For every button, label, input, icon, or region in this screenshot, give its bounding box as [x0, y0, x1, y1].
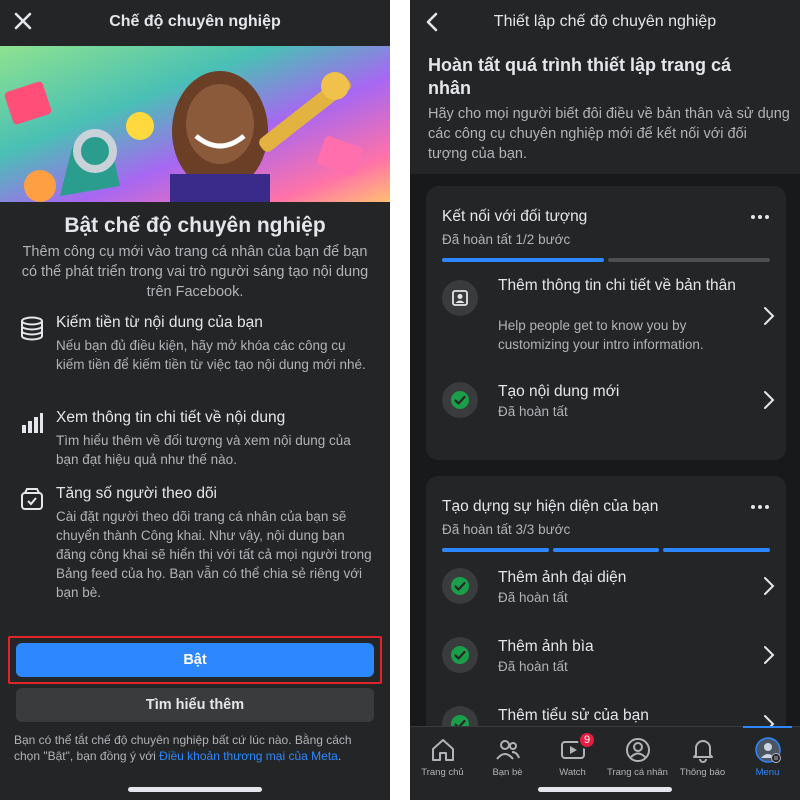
tab-label: Menu [755, 767, 780, 778]
tab-friends[interactable]: Bạn bè [475, 727, 540, 787]
task-subtitle: Help people get to know you by customizi… [498, 318, 704, 352]
check-circle-icon [442, 382, 478, 418]
footer-end: . [337, 749, 342, 763]
progress-bar [442, 548, 771, 552]
page-heading: Hoàn tất quá trình thiết lập trang cá nh… [428, 55, 732, 98]
feature-title: Kiếm tiền từ nội dung của bạn [56, 314, 263, 331]
tab-label: Thông báo [679, 767, 726, 778]
card-title: Tạo dựng sự hiện diện của bạn [442, 498, 659, 515]
home-icon [432, 739, 454, 761]
task-subtitle: Đã hoàn tất [498, 590, 568, 605]
hero-image [0, 46, 390, 202]
progress-segment [663, 548, 771, 552]
progress-segment [608, 258, 770, 262]
progress-segment [552, 548, 660, 552]
tab-label: Trang chủ [421, 767, 464, 778]
feature-desc: Nếu bạn đủ điều kiện, hãy mở khóa các cô… [56, 338, 366, 372]
intro-text: Thêm công cụ mới vào trang cá nhân của b… [21, 244, 369, 300]
check-circle-icon [442, 637, 478, 673]
turn-on-button[interactable]: Bật [16, 643, 374, 677]
tab-label: Watch [559, 767, 586, 778]
tab-notifications[interactable]: Thông báo [670, 727, 735, 787]
page-heading: Bật chế độ chuyên nghiệp [64, 214, 326, 237]
more-options-icon[interactable] [748, 212, 772, 222]
coins-stack-icon [20, 316, 46, 342]
card-connect-audience: Kết nối với đối tượng Đã hoàn tất 1/2 bư… [426, 186, 786, 460]
profile-icon [626, 738, 650, 762]
chevron-right-icon [764, 646, 775, 664]
bar-chart-icon [20, 411, 46, 437]
profile-card-icon [442, 280, 478, 316]
tab-label: Trang cá nhân [607, 767, 668, 778]
intro-text: Hãy cho mọi người biết đôi điều về bản t… [428, 106, 790, 162]
progress-segment [442, 258, 604, 262]
tab-home[interactable]: Trang chủ [410, 727, 475, 787]
chevron-right-icon [764, 391, 775, 409]
task-create-content[interactable]: Tạo nội dung mới Đã hoàn tất [426, 382, 786, 442]
card-progress-text: Đã hoàn tất 1/2 bước [442, 232, 571, 247]
footer-note: Bạn có thể tắt chế độ chuyên nghiệp bất … [14, 732, 378, 764]
card-title: Kết nối với đối tượng [442, 208, 588, 225]
feature-desc: Tìm hiểu thêm về đối tượng và xem nội du… [56, 433, 351, 467]
header-title: Thiết lập chế độ chuyên nghiệp [493, 13, 717, 30]
header: Thiết lập chế độ chuyên nghiệp [410, 0, 800, 44]
back-icon[interactable] [420, 10, 444, 34]
feature-title: Tăng số người theo dõi [56, 485, 218, 502]
task-title: Tạo nội dung mới [498, 383, 620, 400]
task-title: Thêm thông tin chi tiết về bản thân [498, 277, 736, 294]
task-add-cover-photo[interactable]: Thêm ảnh bìa Đã hoàn tất [426, 637, 786, 697]
more-options-icon[interactable] [748, 502, 772, 512]
close-icon[interactable] [10, 8, 36, 34]
tab-watch[interactable]: 9 Watch [540, 727, 605, 787]
meta-terms-link[interactable]: Điều khoản thương mại của Meta [159, 749, 338, 763]
professional-mode-screen: Chế độ chuyên nghiệp Bật chế độ chuyên n… [0, 0, 390, 800]
header: Chế độ chuyên nghiệp [0, 0, 390, 44]
feature-desc: Cài đặt người theo dõi trang cá nhân của… [56, 509, 372, 600]
task-title: Thêm ảnh đại diện [498, 569, 627, 586]
bell-icon [693, 740, 713, 763]
professional-setup-screen: Thiết lập chế độ chuyên nghiệp Hoàn tất … [410, 0, 800, 800]
home-indicator[interactable] [538, 787, 672, 792]
tab-label: Bạn bè [492, 767, 523, 778]
learn-more-button[interactable]: Tìm hiểu thêm [16, 688, 374, 722]
task-subtitle: Đã hoàn tất [498, 659, 568, 674]
task-title: Thêm ảnh bìa [498, 638, 594, 655]
check-circle-icon [442, 568, 478, 604]
feature-title: Xem thông tin chi tiết về nội dung [56, 409, 286, 426]
card-progress-text: Đã hoàn tất 3/3 bước [442, 522, 571, 537]
chevron-right-icon [764, 577, 775, 595]
home-indicator[interactable] [128, 787, 262, 792]
menu-avatar-icon [755, 737, 781, 763]
tab-profile[interactable]: Trang cá nhân [605, 727, 670, 787]
progress-segment [442, 548, 549, 552]
follower-box-icon [20, 487, 46, 513]
task-title: Thêm tiểu sử của bạn [498, 707, 649, 724]
friends-icon [496, 740, 520, 760]
progress-bar [442, 258, 770, 262]
task-add-intro-details[interactable]: Thêm thông tin chi tiết về bản thân Help… [426, 276, 786, 356]
card-build-presence: Tạo dựng sự hiện diện của bạn Đã hoàn tấ… [426, 476, 786, 766]
tab-menu[interactable]: Menu [735, 726, 800, 787]
notification-badge: 9 [578, 731, 597, 749]
task-subtitle: Đã hoàn tất [498, 404, 568, 419]
task-add-profile-photo[interactable]: Thêm ảnh đại diện Đã hoàn tất [426, 568, 786, 628]
header-title: Chế độ chuyên nghiệp [109, 13, 281, 30]
chevron-right-icon [764, 307, 775, 325]
